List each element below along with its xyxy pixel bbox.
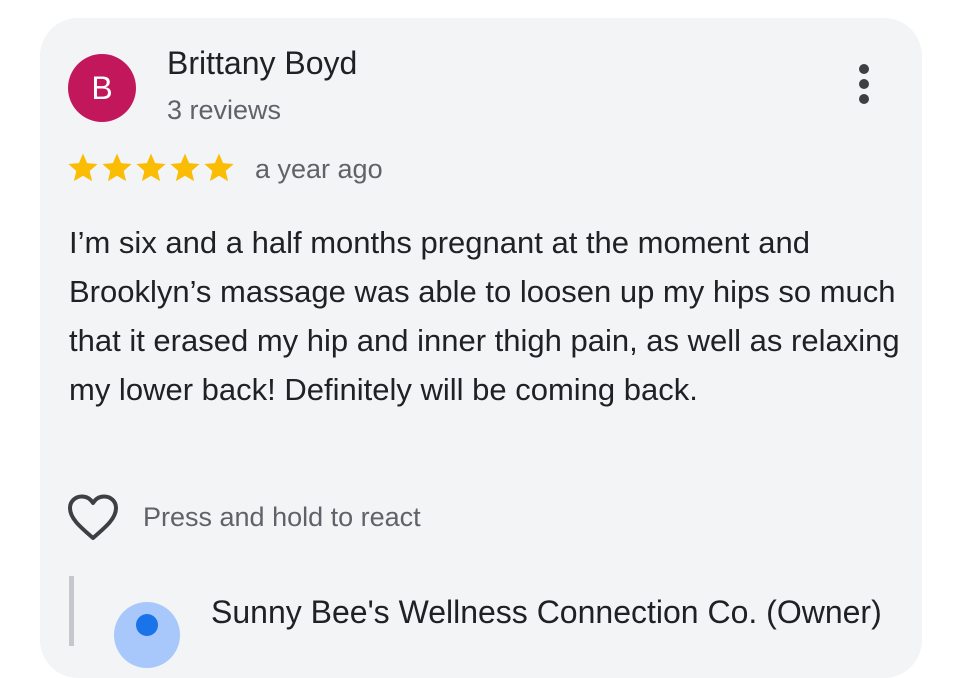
owner-name: Sunny Bee's Wellness Connection Co. (Own… — [211, 594, 882, 630]
review-text: I’m six and a half months pregnant at th… — [69, 225, 900, 407]
more-vert-icon — [859, 64, 869, 104]
reviewer-name[interactable]: Brittany Boyd — [167, 45, 357, 82]
more-options-button[interactable] — [844, 62, 884, 112]
owner-response-divider — [69, 576, 74, 646]
owner-avatar — [114, 602, 180, 668]
reviewer-avatar[interactable]: B — [68, 54, 136, 122]
star-icon — [136, 153, 166, 182]
react-label: Press and hold to react — [143, 502, 421, 532]
star-icon — [204, 153, 234, 182]
owner-avatar-head — [136, 614, 158, 636]
reviewer-review-count[interactable]: 3 reviews — [167, 95, 281, 126]
star-icon — [102, 153, 132, 182]
rating-stars — [66, 151, 236, 187]
star-icon — [68, 153, 98, 182]
star-icon — [170, 153, 200, 182]
heart-outline-icon[interactable] — [67, 494, 119, 542]
reviewer-initial: B — [91, 70, 113, 106]
review-time: a year ago — [255, 154, 383, 184]
